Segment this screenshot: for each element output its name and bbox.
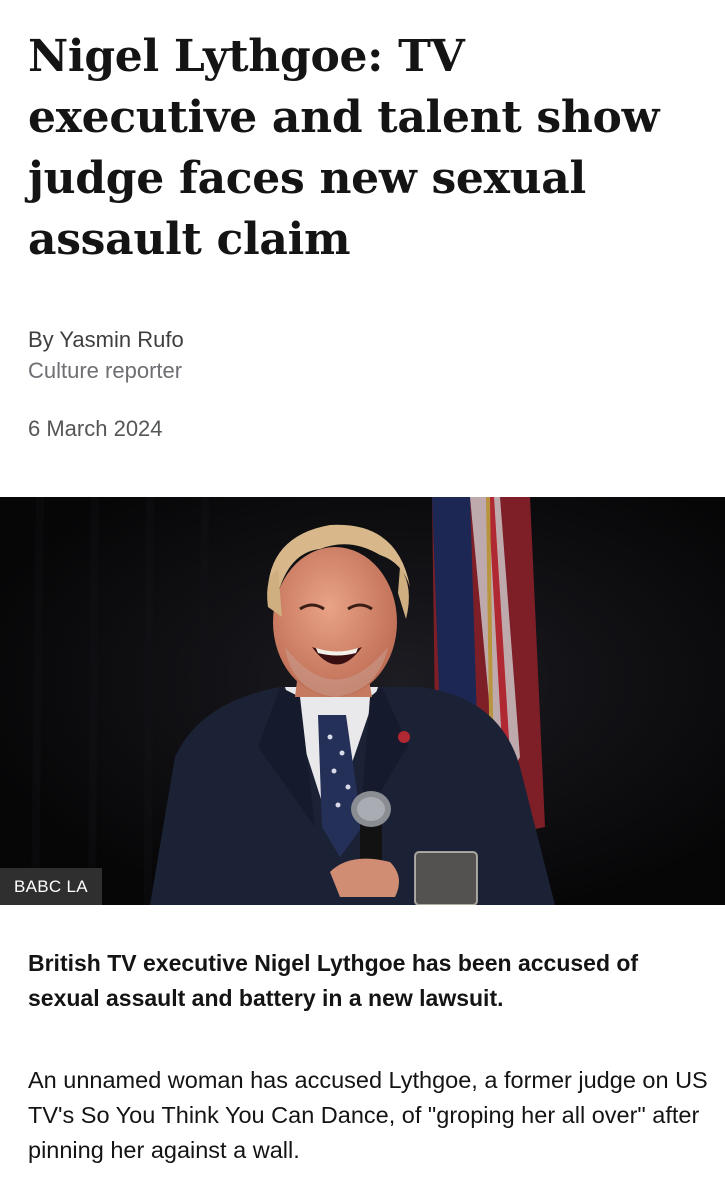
article-intro: British TV executive Nigel Lythgoe has b… [28, 950, 639, 1011]
article-paragraph: An unnamed woman has accused Lythgoe, a … [28, 1067, 708, 1163]
hero-photo-illustration [0, 497, 725, 905]
glass-graphic [414, 851, 478, 905]
byline-role: Culture reporter [28, 358, 183, 383]
publish-date: 6 March 2024 [28, 416, 163, 441]
image-credit: BABC LA [0, 868, 102, 905]
byline-author[interactable]: By Yasmin Rufo [28, 324, 184, 355]
article-headline: Nigel Lythgoe: TV executive and talent s… [28, 31, 660, 265]
hero-image: BABC LA [0, 497, 725, 905]
byline: By Yasmin Rufo Culture reporter [28, 324, 184, 386]
